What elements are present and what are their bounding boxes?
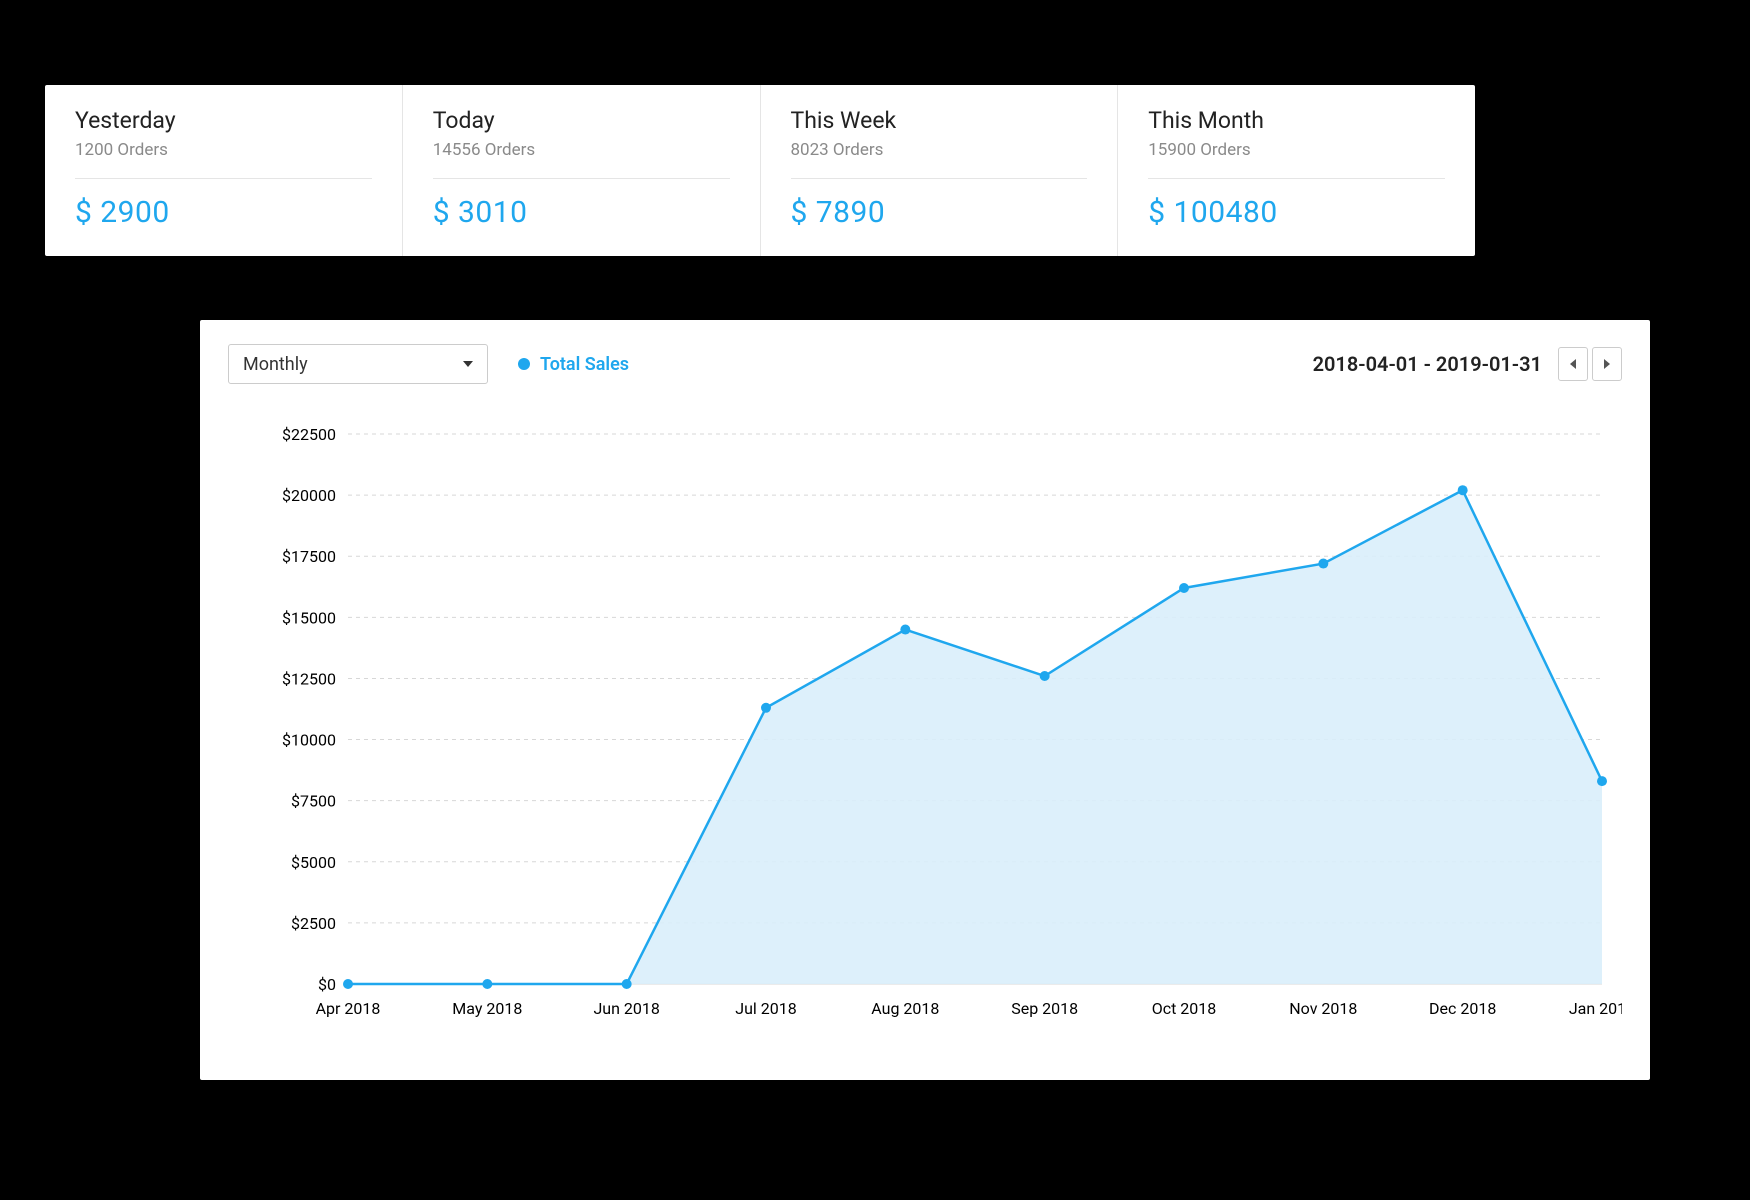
stat-divider (791, 178, 1088, 179)
x-tick-label: Jun 2018 (593, 999, 659, 1018)
stat-title: This Month (1148, 107, 1445, 134)
stat-divider (433, 178, 730, 179)
legend-label: Total Sales (540, 354, 629, 375)
stat-value: $ 2900 (75, 195, 372, 230)
x-tick-label: May 2018 (452, 999, 522, 1018)
chevron-right-icon (1604, 359, 1610, 369)
y-tick-label: $22500 (282, 425, 336, 444)
stat-title: This Week (791, 107, 1088, 134)
chart-toolbar: Monthly Total Sales 2018-04-01 - 2019-01… (228, 344, 1622, 384)
stat-subtitle: 15900 Orders (1148, 140, 1445, 160)
chart-svg: $0 $2500 $5000 $7500 $10000 $12500 $15000 $1750… (228, 424, 1622, 1044)
x-tick-label: Sep 2018 (1011, 999, 1078, 1018)
period-select[interactable]: Monthly (228, 344, 488, 384)
date-range: 2018-04-01 - 2019-01-31 (1313, 352, 1542, 376)
stat-card-today: Today 14556 Orders $ 3010 (403, 85, 761, 256)
stat-card-this-week: This Week 8023 Orders $ 7890 (761, 85, 1119, 256)
date-range-wrap: 2018-04-01 - 2019-01-31 (1313, 347, 1622, 381)
x-tick-label: Jan 2019 (1569, 999, 1622, 1018)
y-tick-label: $20000 (282, 486, 336, 505)
chart-panel: Monthly Total Sales 2018-04-01 - 2019-01… (200, 320, 1650, 1080)
stat-subtitle: 14556 Orders (433, 140, 730, 160)
stat-card-this-month: This Month 15900 Orders $ 100480 (1118, 85, 1475, 256)
x-tick-label: Apr 2018 (316, 999, 381, 1018)
x-tick-label: Aug 2018 (871, 999, 939, 1018)
caret-down-icon (463, 361, 473, 367)
y-tick-label: $7500 (291, 792, 336, 811)
stat-value: $ 3010 (433, 195, 730, 230)
x-tick-label: Dec 2018 (1429, 999, 1496, 1018)
y-tick-label: $17500 (282, 547, 336, 566)
stat-value: $ 100480 (1148, 195, 1445, 230)
y-tick-label: $15000 (282, 608, 336, 627)
stats-row: Yesterday 1200 Orders $ 2900 Today 14556… (45, 85, 1475, 256)
date-prev-button[interactable] (1558, 347, 1588, 381)
y-tick-label: $2500 (291, 914, 336, 933)
stat-title: Today (433, 107, 730, 134)
chart-plot: $0 $2500 $5000 $7500 $10000 $12500 $15000 $1750… (228, 424, 1622, 1044)
y-tick-label: $5000 (291, 853, 336, 872)
stat-card-yesterday: Yesterday 1200 Orders $ 2900 (45, 85, 403, 256)
chevron-left-icon (1570, 359, 1576, 369)
x-tick-label: Jul 2018 (735, 999, 796, 1018)
stat-divider (75, 178, 372, 179)
stat-subtitle: 8023 Orders (791, 140, 1088, 160)
stat-title: Yesterday (75, 107, 372, 134)
chart-legend: Total Sales (518, 354, 629, 375)
period-select-value: Monthly (243, 354, 308, 375)
stat-subtitle: 1200 Orders (75, 140, 372, 160)
y-tick-label: $10000 (282, 731, 336, 750)
stat-divider (1148, 178, 1445, 179)
date-next-button[interactable] (1592, 347, 1622, 381)
stat-value: $ 7890 (791, 195, 1088, 230)
y-tick-label: $12500 (282, 669, 336, 688)
x-tick-label: Oct 2018 (1152, 999, 1217, 1018)
x-tick-label: Nov 2018 (1289, 999, 1357, 1018)
legend-dot-icon (518, 358, 530, 370)
y-tick-label: $0 (318, 975, 336, 994)
